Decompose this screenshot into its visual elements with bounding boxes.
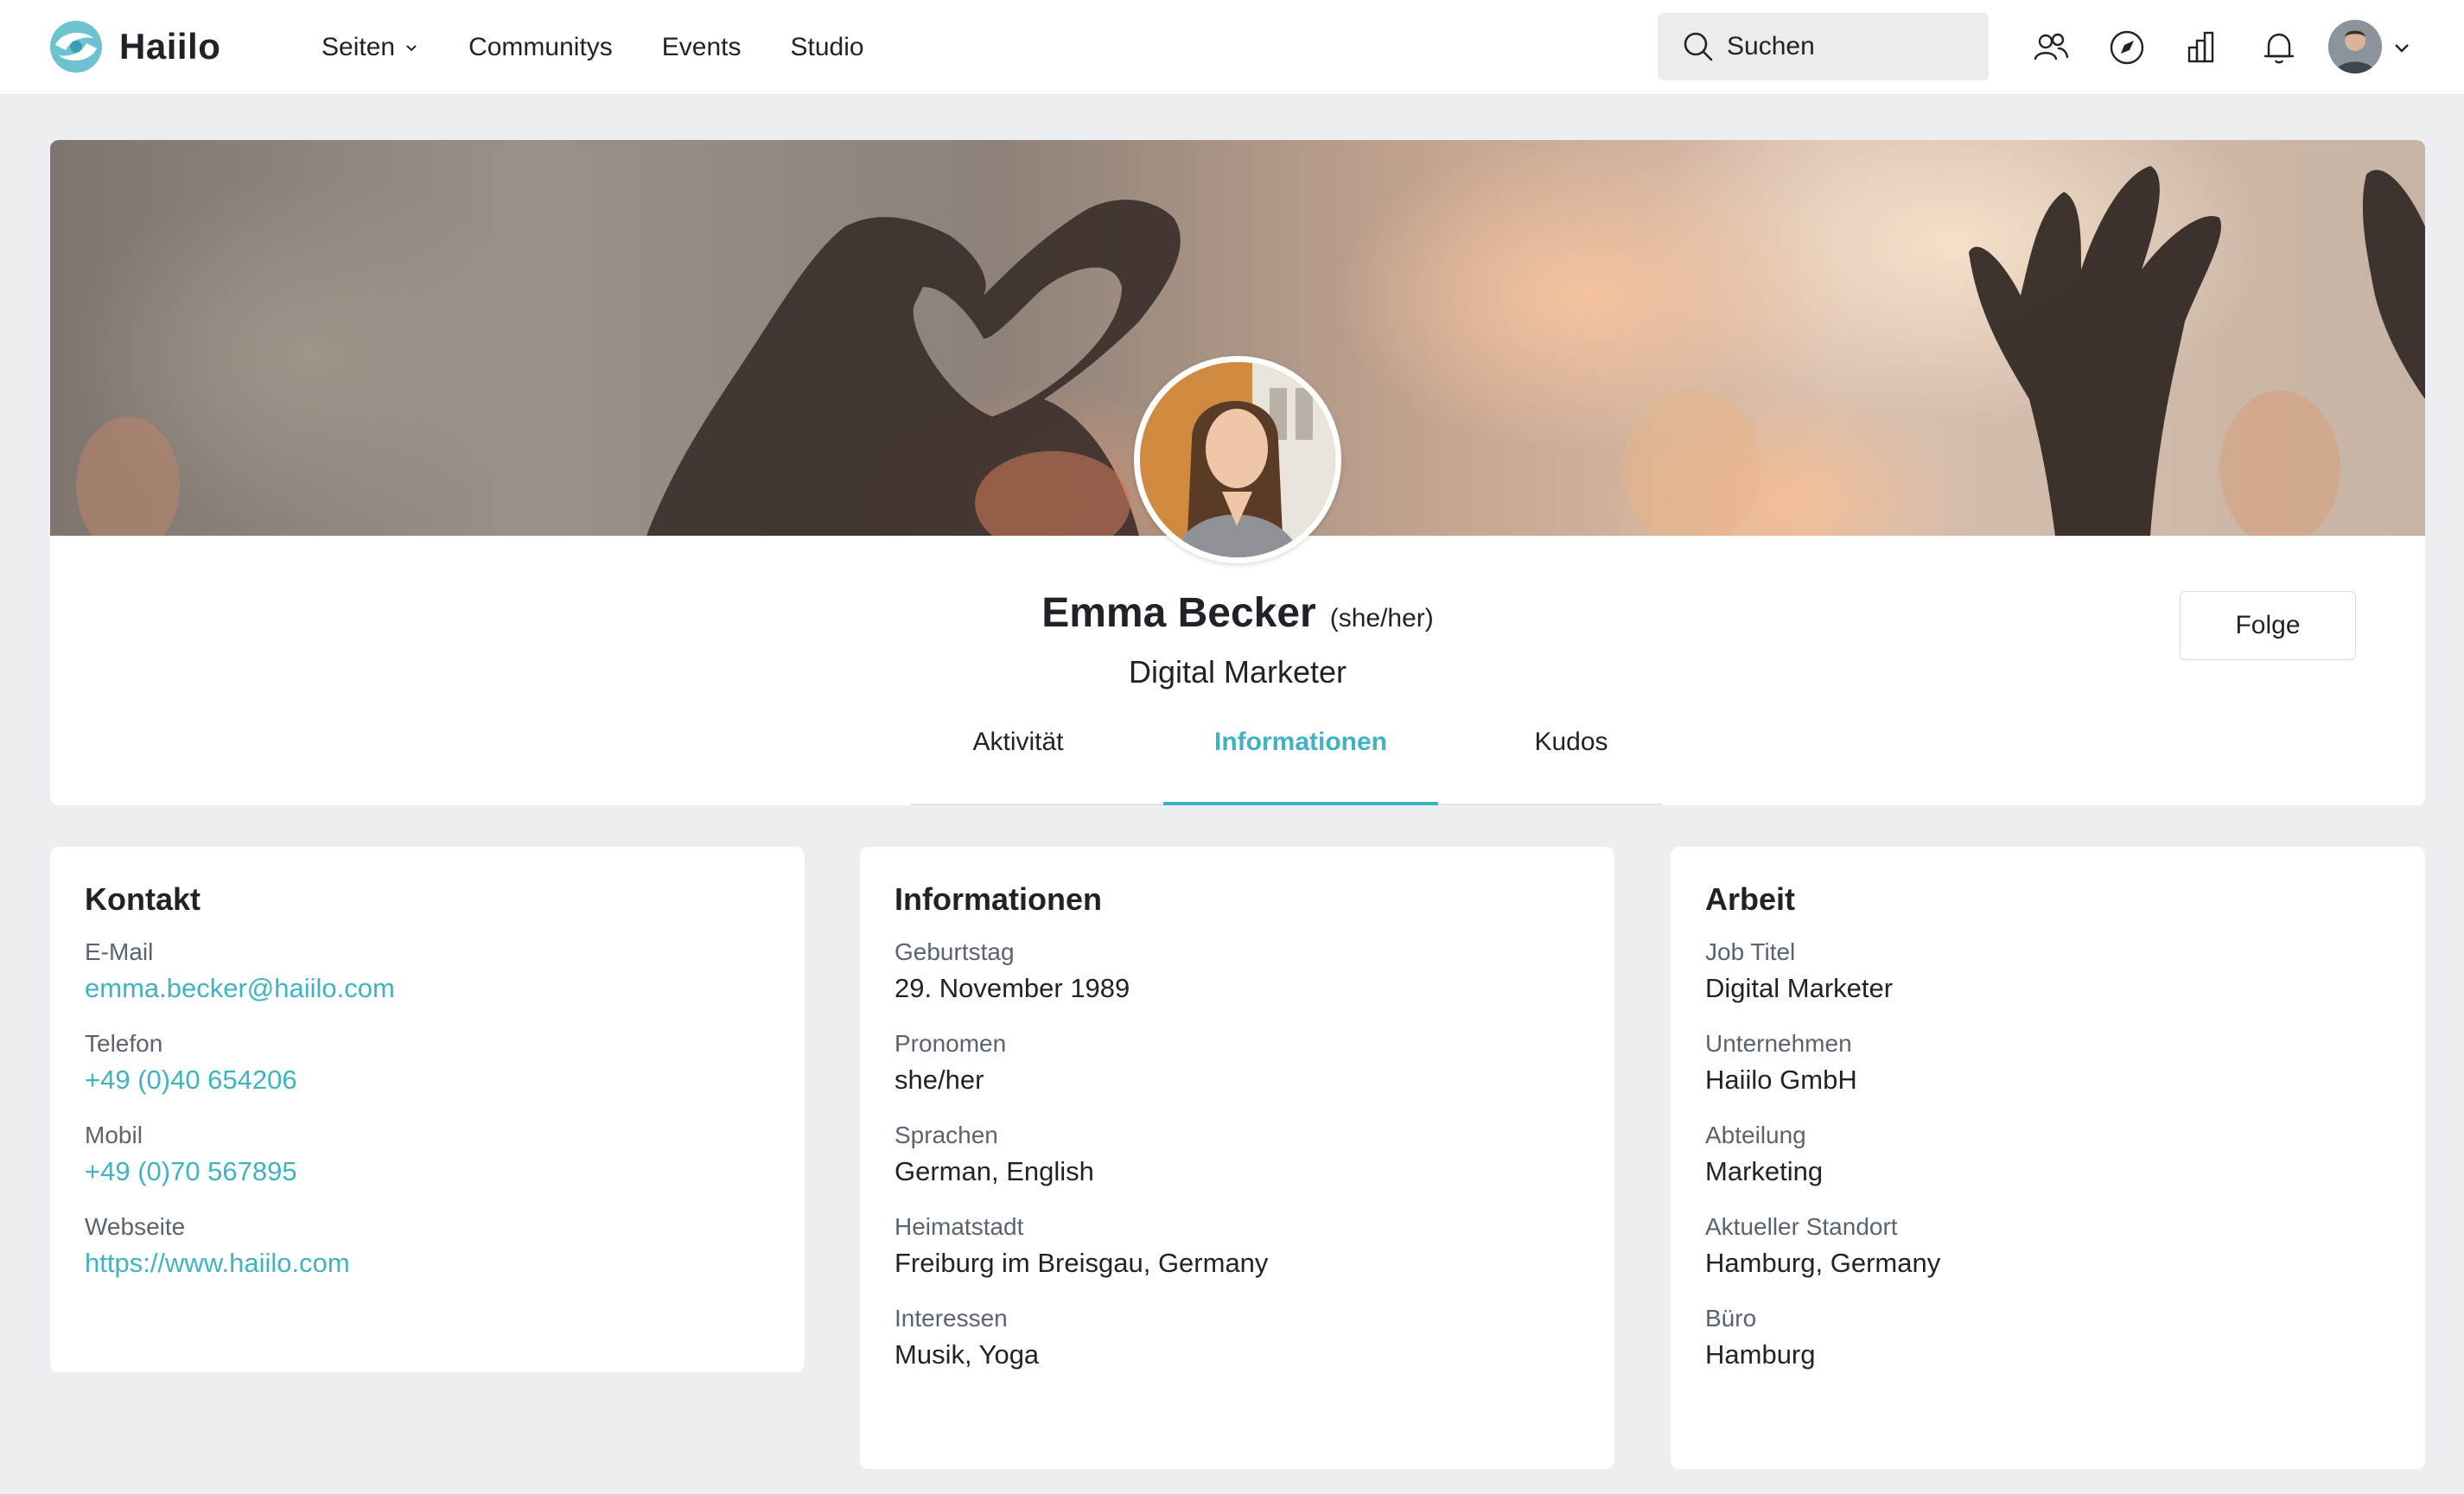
info-pronouns-field: Pronomen she/her bbox=[895, 1030, 1580, 1096]
profile-tabs: Aktivität Informationen Kudos bbox=[910, 728, 1662, 805]
field-label: Sprachen bbox=[895, 1122, 998, 1148]
field-value: Haiilo GmbH bbox=[1705, 1065, 1857, 1095]
field-label: Abteilung bbox=[1705, 1122, 1806, 1148]
field-value: Hamburg, Germany bbox=[1705, 1248, 1941, 1278]
info-interests-field: Interessen Musik, Yoga bbox=[895, 1305, 1580, 1370]
field-label: Aktueller Standort bbox=[1705, 1213, 1898, 1240]
field-label: Geburtstag bbox=[895, 938, 1015, 965]
haiilo-logo[interactable]: Haiilo bbox=[48, 19, 220, 74]
follow-button[interactable]: Folge bbox=[2180, 591, 2356, 660]
user-avatar[interactable] bbox=[2328, 20, 2382, 73]
work-office-field: Büro Hamburg bbox=[1705, 1305, 2391, 1370]
phone-link[interactable]: +49 (0)40 654206 bbox=[85, 1065, 770, 1096]
tab-aktivitaet[interactable]: Aktivität bbox=[910, 728, 1126, 805]
work-jobtitle-field: Job Titel Digital Marketer bbox=[1705, 938, 2391, 1004]
nav-item-seiten[interactable]: Seiten bbox=[322, 33, 419, 62]
info-card-title: Informationen bbox=[895, 881, 1102, 917]
field-value: she/her bbox=[895, 1065, 984, 1095]
field-value: Musik, Yoga bbox=[895, 1339, 1040, 1370]
profile-avatar[interactable] bbox=[1134, 356, 1341, 563]
field-value: Freiburg im Breisgau, Germany bbox=[895, 1248, 1269, 1278]
field-value: German, English bbox=[895, 1156, 1094, 1186]
profile-avatar-image bbox=[1140, 362, 1335, 557]
email-link[interactable]: emma.becker@haiilo.com bbox=[85, 973, 770, 1004]
main-nav: Seiten Communitys Events Studio bbox=[322, 0, 914, 95]
profile-pronouns: (she/her) bbox=[1329, 604, 1434, 633]
search-button[interactable]: Suchen bbox=[1658, 13, 1989, 80]
profile-name: Emma Becker bbox=[1041, 590, 1316, 636]
haiilo-logo-icon bbox=[50, 21, 102, 73]
profile-header-card: Emma Becker (she/her) Digital Marketer F… bbox=[50, 140, 2425, 805]
nav-item-communitys[interactable]: Communitys bbox=[468, 33, 613, 62]
contact-card-title: Kontakt bbox=[85, 881, 201, 917]
field-label: Büro bbox=[1705, 1305, 1757, 1332]
info-birthday-field: Geburtstag 29. November 1989 bbox=[895, 938, 1580, 1004]
work-card: Arbeit Job Titel Digital Marketer Untern… bbox=[1671, 847, 2425, 1469]
contact-website-field: Webseite https://www.haiilo.com bbox=[85, 1213, 770, 1279]
field-value: Digital Marketer bbox=[1705, 973, 1894, 1003]
website-link[interactable]: https://www.haiilo.com bbox=[85, 1248, 770, 1279]
field-label: Job Titel bbox=[1705, 938, 1796, 965]
work-card-title: Arbeit bbox=[1705, 881, 1796, 917]
app-name: Haiilo bbox=[119, 26, 221, 67]
search-label: Suchen bbox=[1727, 32, 1815, 60]
field-label: Mobil bbox=[85, 1122, 143, 1148]
work-location-field: Aktueller Standort Hamburg, Germany bbox=[1705, 1213, 2391, 1279]
active-tab-indicator bbox=[1163, 802, 1438, 805]
bell-icon[interactable] bbox=[2260, 29, 2298, 67]
nav-item-studio[interactable]: Studio bbox=[791, 33, 864, 62]
tab-kudos[interactable]: Kudos bbox=[1485, 728, 1658, 805]
search-icon bbox=[1684, 32, 1713, 61]
nav-item-events[interactable]: Events bbox=[662, 33, 742, 62]
nav-item-label: Communitys bbox=[468, 33, 613, 61]
compass-icon[interactable] bbox=[2108, 29, 2146, 67]
field-label: E-Mail bbox=[85, 938, 154, 965]
contact-phone-field: Telefon +49 (0)40 654206 bbox=[85, 1030, 770, 1096]
field-label: Heimatstadt bbox=[895, 1213, 1024, 1240]
field-value: Hamburg bbox=[1705, 1339, 1816, 1370]
nav-item-label: Seiten bbox=[322, 33, 396, 61]
work-company-field: Unternehmen Haiilo GmbH bbox=[1705, 1030, 2391, 1096]
contact-card: Kontakt E-Mail emma.becker@haiilo.com Te… bbox=[50, 847, 805, 1372]
tab-informationen[interactable]: Informationen bbox=[1163, 728, 1438, 805]
field-value: 29. November 1989 bbox=[895, 973, 1130, 1003]
field-label: Webseite bbox=[85, 1213, 186, 1240]
mobile-link[interactable]: +49 (0)70 567895 bbox=[85, 1156, 770, 1187]
field-value: Marketing bbox=[1705, 1156, 1824, 1186]
nav-item-label: Studio bbox=[790, 33, 864, 61]
field-label: Telefon bbox=[85, 1030, 163, 1057]
people-icon[interactable] bbox=[2032, 29, 2070, 67]
info-languages-field: Sprachen German, English bbox=[895, 1122, 1580, 1187]
nav-item-label: Events bbox=[661, 33, 742, 61]
chevron-down-icon[interactable] bbox=[2392, 38, 2411, 57]
user-avatar-image bbox=[2328, 20, 2382, 73]
chevron-down-icon bbox=[406, 45, 417, 52]
chart-icon[interactable] bbox=[2184, 29, 2222, 67]
contact-email-field: E-Mail emma.becker@haiilo.com bbox=[85, 938, 770, 1004]
field-label: Unternehmen bbox=[1705, 1030, 1852, 1057]
profile-name-line: Emma Becker (she/her) bbox=[50, 589, 2425, 637]
field-label: Interessen bbox=[895, 1305, 1008, 1332]
contact-mobile-field: Mobil +49 (0)70 567895 bbox=[85, 1122, 770, 1187]
top-navigation-bar: Haiilo Seiten Communitys Events Studio S… bbox=[0, 0, 2464, 95]
profile-job-title: Digital Marketer bbox=[1128, 654, 1347, 690]
field-label: Pronomen bbox=[895, 1030, 1007, 1057]
info-card: Informationen Geburtstag 29. November 19… bbox=[860, 847, 1614, 1469]
info-hometown-field: Heimatstadt Freiburg im Breisgau, German… bbox=[895, 1213, 1580, 1279]
work-department-field: Abteilung Marketing bbox=[1705, 1122, 2391, 1187]
